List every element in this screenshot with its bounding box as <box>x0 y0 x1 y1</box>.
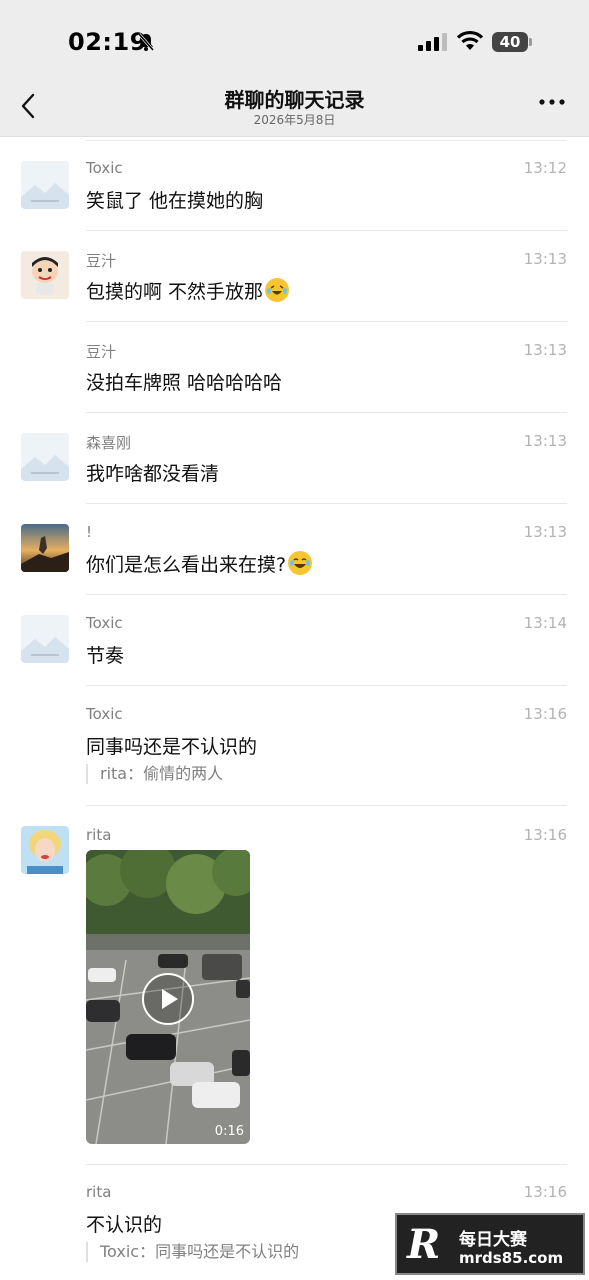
wifi-icon <box>456 30 484 50</box>
quoted-message: rita：偷情的两人 <box>86 764 223 784</box>
message-text-content: 你们是怎么看出来在摸? <box>86 554 287 576</box>
message-text: 我咋啥都没看清 <box>86 463 220 485</box>
image-placeholder-icon <box>21 161 69 209</box>
signal-icon <box>418 33 447 51</box>
list-item[interactable]: Toxic 13:14 节奏 <box>0 592 589 683</box>
avatar[interactable] <box>21 524 69 572</box>
avatar[interactable] <box>21 161 69 209</box>
avatar[interactable] <box>21 251 69 299</box>
message-text: 节奏 <box>86 645 125 667</box>
video-thumbnail[interactable]: 0:16 <box>86 850 250 1144</box>
more-icon[interactable] <box>538 98 566 106</box>
message-time: 13:13 <box>523 341 567 359</box>
message-text: 笑鼠了 他在摸她的胸 <box>86 190 264 212</box>
list-item[interactable]: 森喜刚 13:13 我咋啥都没看清 <box>0 410 589 501</box>
avatar[interactable] <box>21 615 69 663</box>
sender-name: ! <box>86 523 93 541</box>
list-item[interactable]: Toxic 13:12 笑鼠了 他在摸她的胸 <box>0 137 589 228</box>
message-time: 13:16 <box>523 705 567 723</box>
watermark-name: 每日大赛 <box>459 1230 527 1250</box>
message-time: 13:13 <box>523 432 567 450</box>
message-time: 13:16 <box>523 826 567 844</box>
watermark-logo: R 每日大赛 mrds85.com <box>395 1213 585 1275</box>
message-time: 13:16 <box>523 1183 567 1201</box>
laughing-crying-emoji-icon <box>265 278 290 302</box>
avatar[interactable] <box>21 433 69 481</box>
status-bar: 02:19 40 <box>0 0 589 80</box>
list-item[interactable]: Toxic 13:16 同事吗还是不认识的 rita：偷情的两人 <box>0 683 589 804</box>
quoted-message: Toxic：同事吗还是不认识的 <box>86 1242 299 1262</box>
sender-name: 豆汁 <box>86 343 117 361</box>
message-text: 没拍车牌照 哈哈哈哈哈 <box>86 372 283 394</box>
avatar[interactable] <box>21 826 69 874</box>
sender-name: Toxic <box>86 159 123 177</box>
cartoon-avatar-icon <box>21 251 69 299</box>
page-title: 群聊的聊天记录 <box>224 88 365 112</box>
sender-name: Toxic <box>86 614 123 632</box>
play-button-icon[interactable] <box>141 972 195 1026</box>
video-duration: 0:16 <box>214 1124 244 1139</box>
battery-level: 40 <box>499 33 521 51</box>
message-time: 13:12 <box>523 159 567 177</box>
bell-slash-icon <box>137 33 155 51</box>
list-item[interactable]: ! 13:13 你们是怎么看出来在摸? <box>0 501 589 592</box>
sender-name: Toxic <box>86 705 123 723</box>
watermark-url: mrds85.com <box>459 1249 564 1267</box>
message-text: 包摸的啊 不然手放那 <box>86 277 290 304</box>
page-subtitle: 2026年5月8日 <box>253 113 336 127</box>
list-item[interactable]: rita 13:16 0:16 <box>0 804 589 1163</box>
image-placeholder-icon <box>21 615 69 663</box>
list-item[interactable]: 豆汁 13:13 包摸的啊 不然手放那 <box>0 228 589 319</box>
nav-header: 群聊的聊天记录 2026年5月8日 <box>0 80 589 137</box>
message-time: 13:13 <box>523 250 567 268</box>
marilyn-avatar-icon <box>21 826 69 874</box>
message-time: 13:14 <box>523 614 567 632</box>
message-text: 不认识的 <box>86 1214 163 1236</box>
sender-name: 豆汁 <box>86 252 117 270</box>
laughing-tears-emoji-icon <box>288 551 313 575</box>
message-time: 13:13 <box>523 523 567 541</box>
image-placeholder-icon <box>21 433 69 481</box>
battery-icon: 40 <box>492 32 532 52</box>
sender-name: rita <box>86 1183 112 1201</box>
message-text: 同事吗还是不认识的 <box>86 736 258 758</box>
sender-name: rita <box>86 826 112 844</box>
message-text: 你们是怎么看出来在摸? <box>86 550 313 577</box>
sunset-avatar-icon <box>21 524 69 572</box>
message-text-content: 包摸的啊 不然手放那 <box>86 281 264 303</box>
list-item[interactable]: 豆汁 13:13 没拍车牌照 哈哈哈哈哈 <box>0 319 589 410</box>
watermark-letter: R <box>407 1221 441 1268</box>
sender-name: 森喜刚 <box>86 434 132 452</box>
